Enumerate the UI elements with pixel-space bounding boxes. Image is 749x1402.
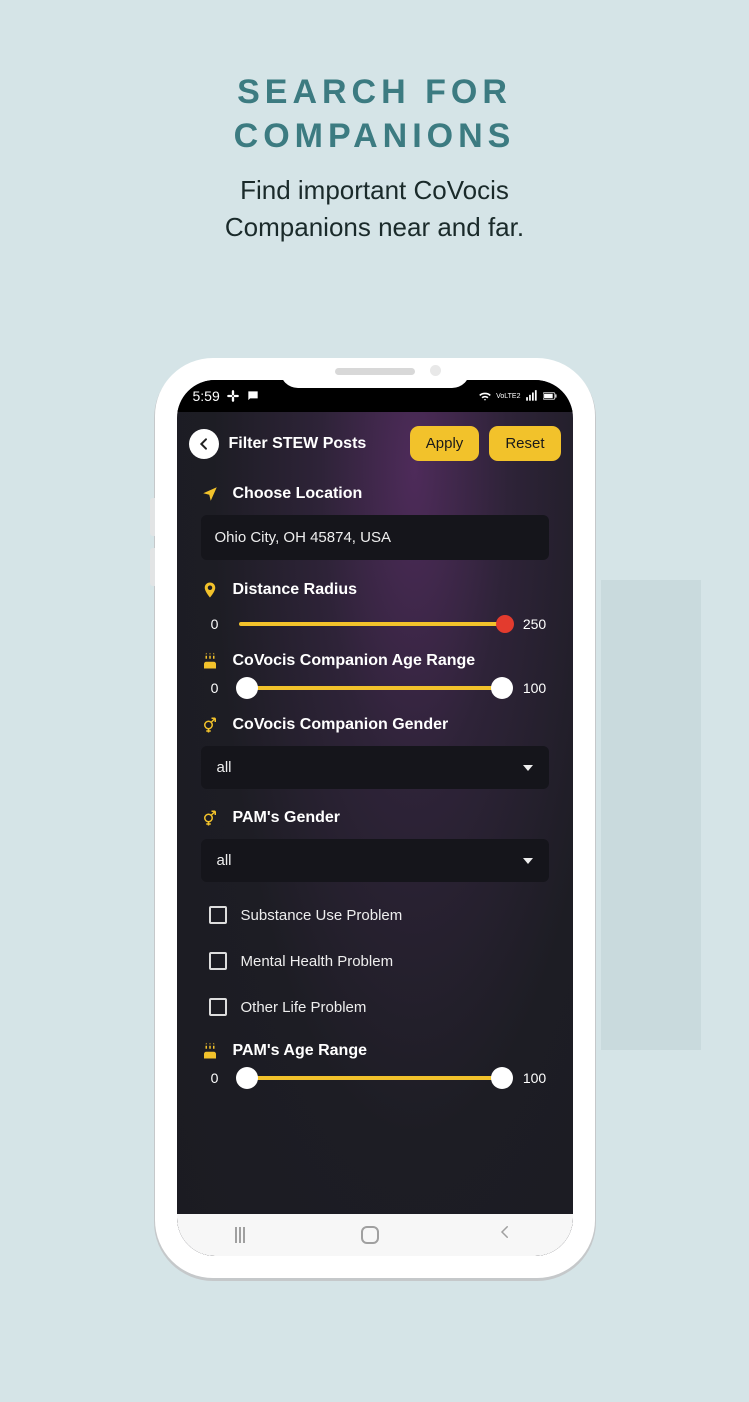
nav-back-button[interactable] [496,1223,514,1247]
checkbox-box[interactable] [209,952,227,970]
checkbox-label: Mental Health Problem [241,953,394,970]
distance-label: Distance Radius [233,581,357,599]
app-bar: Filter STEW Posts Apply Reset [177,412,573,471]
page-subtitle-line2: Companions near and far. [225,212,524,242]
reset-button[interactable]: Reset [489,426,560,461]
page-subtitle-line1: Find important CoVocis [240,175,509,205]
gender-icon [201,716,219,734]
pam-gender-value: all [217,852,232,869]
checkbox-label: Other Life Problem [241,999,367,1016]
companion-age-label: CoVocis Companion Age Range [233,652,476,670]
android-nav-bar [177,1214,573,1256]
checkbox-group: Substance Use Problem Mental Health Prob… [201,894,549,1022]
companion-age-thumb-high[interactable] [491,677,513,699]
birthday-icon [201,652,219,670]
signal-icon [525,389,539,403]
companion-age-max: 100 [521,680,549,696]
status-left: 5:59 [193,388,260,404]
checkbox-mental[interactable]: Mental Health Problem [203,946,547,976]
phone-notch [280,358,470,388]
companion-gender-select[interactable]: all [201,746,549,789]
status-right: VoLTE2 [478,389,556,403]
birthday-icon [201,1042,219,1060]
location-label: Choose Location [233,485,363,503]
checkbox-other[interactable]: Other Life Problem [203,992,547,1022]
distance-max: 250 [521,616,549,632]
battery-icon [543,389,557,403]
app-screen: 5:59 VoLTE2 [177,380,573,1256]
distance-track[interactable] [239,622,511,626]
page-title: SEARCH FOR COMPANIONS [0,70,749,158]
checkbox-label: Substance Use Problem [241,907,403,924]
location-arrow-icon [201,485,219,503]
companion-gender-label-row: CoVocis Companion Gender [201,716,549,734]
apply-button[interactable]: Apply [410,426,480,461]
location-label-row: Choose Location [201,485,549,503]
location-input[interactable]: Ohio City, OH 45874, USA [201,515,549,560]
companion-age-slider[interactable]: 0 100 [201,680,549,696]
chat-icon [246,389,260,403]
companion-gender-value: all [217,759,232,776]
checkbox-box[interactable] [209,906,227,924]
distance-slider[interactable]: 0 250 [201,616,549,632]
page-title-line2: COMPANIONS [234,117,516,155]
chevron-down-icon [523,858,533,864]
distance-min: 0 [201,616,229,632]
page-subtitle: Find important CoVocis Companions near a… [0,172,749,245]
companion-gender-label: CoVocis Companion Gender [233,716,449,734]
pam-age-slider[interactable]: 0 100 [201,1070,549,1086]
pam-age-label: PAM's Age Range [233,1042,368,1060]
distance-thumb[interactable] [496,615,514,633]
status-time: 5:59 [193,388,220,404]
pam-age-thumb-low[interactable] [236,1067,258,1089]
pam-age-max: 100 [521,1070,549,1086]
filter-content: Choose Location Ohio City, OH 45874, USA… [177,471,573,1086]
nav-recent-button[interactable] [235,1227,245,1243]
pam-gender-select[interactable]: all [201,839,549,882]
pam-age-track[interactable] [239,1076,511,1080]
chevron-down-icon [523,765,533,771]
companion-age-thumb-low[interactable] [236,677,258,699]
pam-gender-label: PAM's Gender [233,809,341,827]
appbar-title: Filter STEW Posts [229,435,400,453]
gender-icon [201,809,219,827]
map-pin-icon [201,580,219,600]
phone-frame: 5:59 VoLTE2 [155,358,595,1278]
slack-icon [226,389,240,403]
nav-home-button[interactable] [361,1226,379,1244]
checkbox-box[interactable] [209,998,227,1016]
pam-age-label-row: PAM's Age Range [201,1042,549,1060]
distance-label-row: Distance Radius [201,580,549,600]
pam-gender-label-row: PAM's Gender [201,809,549,827]
companion-age-min: 0 [201,680,229,696]
pam-age-thumb-high[interactable] [491,1067,513,1089]
pam-age-min: 0 [201,1070,229,1086]
companion-age-label-row: CoVocis Companion Age Range [201,652,549,670]
wifi-icon [478,389,492,403]
background-accent [601,580,701,1050]
back-button[interactable] [189,429,219,459]
location-value: Ohio City, OH 45874, USA [215,529,391,546]
page-title-line1: SEARCH FOR [237,73,512,111]
phone-side-button [150,548,155,586]
carrier-label: VoLTE2 [496,393,520,400]
companion-age-track[interactable] [239,686,511,690]
phone-side-button [150,498,155,536]
checkbox-substance[interactable]: Substance Use Problem [203,900,547,930]
